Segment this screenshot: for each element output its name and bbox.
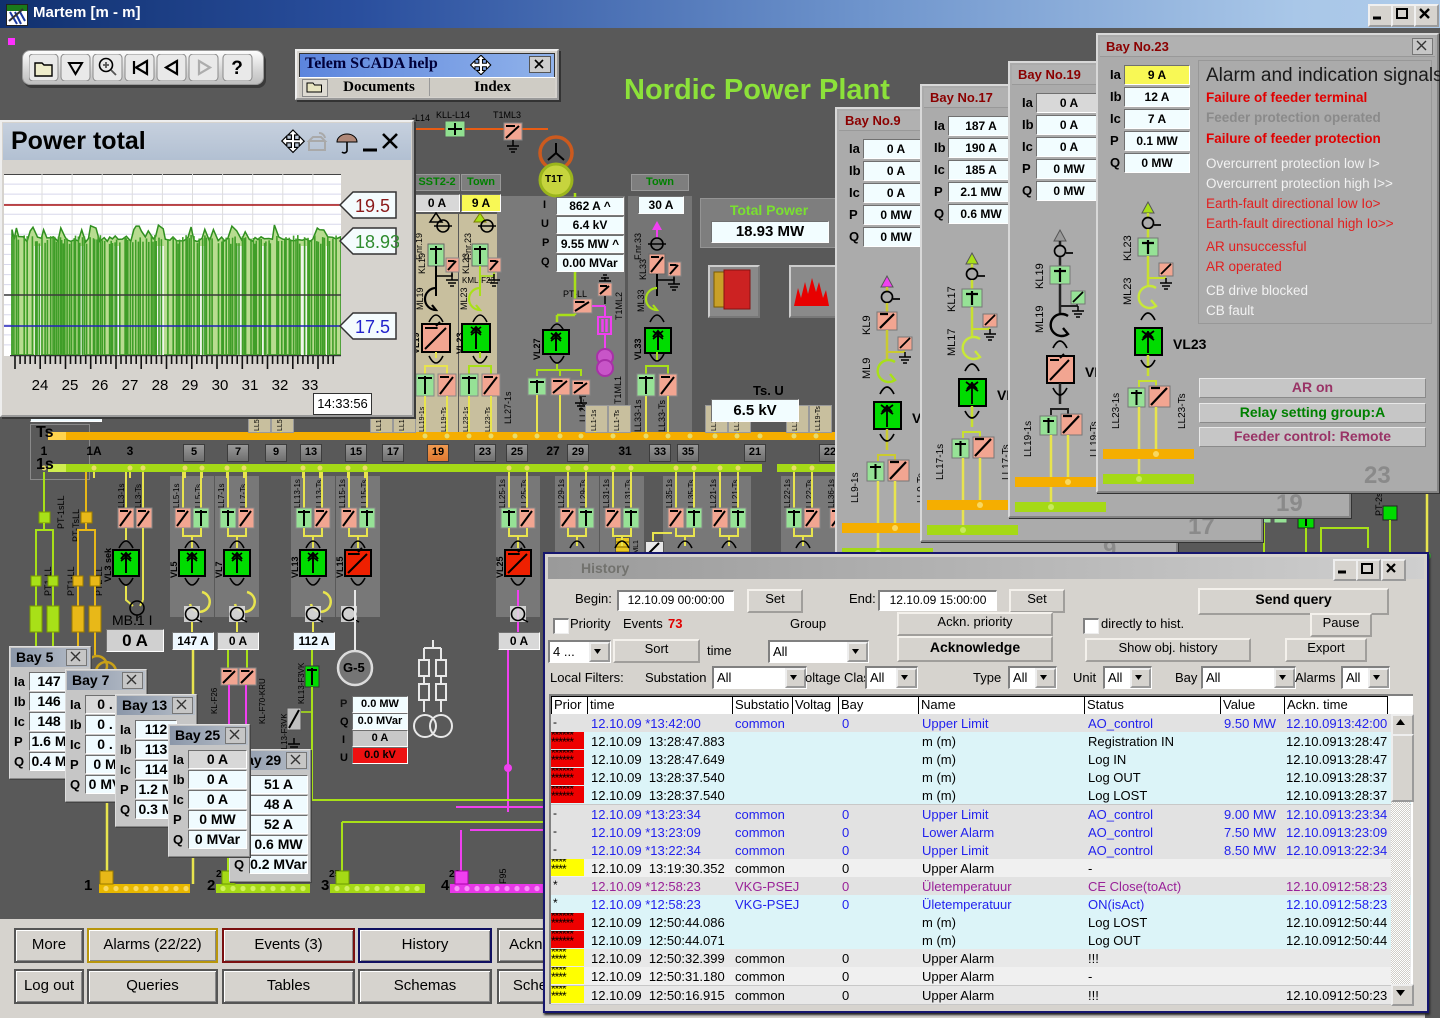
svg-text:19.5: 19.5 — [355, 196, 390, 216]
svg-text:18.93: 18.93 — [355, 232, 399, 252]
svg-text:?: ? — [231, 58, 243, 79]
svg-text:17.5: 17.5 — [355, 317, 390, 337]
